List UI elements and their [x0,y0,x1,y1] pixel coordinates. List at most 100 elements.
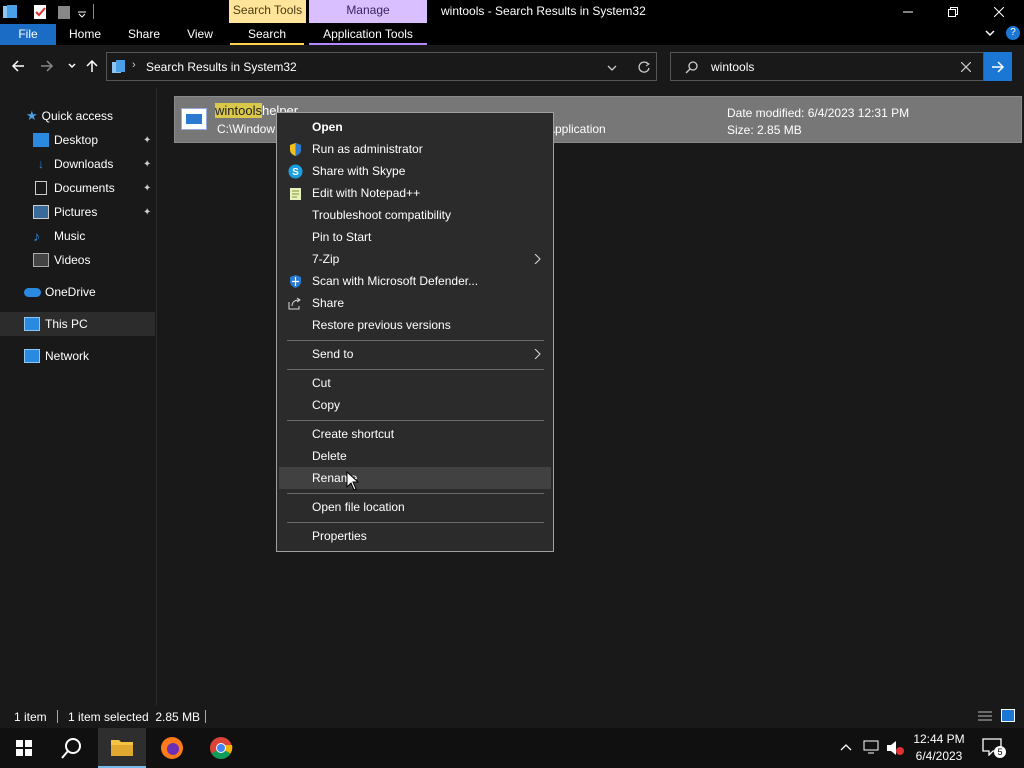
ribbon-expand-icon[interactable] [984,27,996,42]
defender-icon [290,275,301,288]
sidebar-item-label: OneDrive [45,285,96,299]
address-path: Search Results in System32 [146,60,297,74]
network-status-icon[interactable] [863,740,879,754]
tab-application-tools[interactable]: Application Tools [309,24,427,45]
menu-item-delete[interactable]: Delete [279,445,551,467]
sidebar-item-quick-access[interactable]: ★ Quick access [26,104,113,128]
menu-separator [287,340,544,341]
new-folder-icon[interactable] [56,4,72,20]
chrome-icon [210,737,233,759]
sidebar-item-documents[interactable]: Documents [33,176,115,200]
start-button[interactable] [0,728,48,768]
taskbar-firefox[interactable] [148,728,196,768]
menu-separator [287,420,544,421]
close-button[interactable] [976,0,1022,24]
search-icon [61,738,81,759]
menu-item-run-as-administrator[interactable]: Run as administrator [279,138,551,160]
clock-time[interactable]: 12:44 PM [912,732,966,746]
window-title: wintools - Search Results in System32 [441,4,646,18]
refresh-icon[interactable] [637,60,651,74]
sidebar-item-label: Downloads [54,157,114,171]
minimize-button[interactable] [885,0,931,24]
file-date-modified: Date modified: 6/4/2023 12:31 PM [727,106,910,120]
search-input[interactable]: wintools [670,52,984,81]
taskbar-chrome[interactable] [197,728,245,768]
sidebar-item-label: Music [54,229,86,243]
menu-item-send-to[interactable]: Send to [279,343,551,365]
sidebar-item-label: Documents [54,181,115,195]
search-tools-header: Search Tools [229,0,306,23]
menu-item-open-file-location[interactable]: Open file location [279,496,551,518]
taskbar-file-explorer[interactable] [98,728,146,768]
computer-icon [24,317,40,331]
documents-icon [35,181,47,195]
clock-date[interactable]: 6/4/2023 [912,749,966,763]
status-bar: 1 item 1 item selected 2.85 MB [0,705,1024,728]
sidebar-item-onedrive[interactable]: OneDrive [24,280,96,304]
tab-search[interactable]: Search [230,24,304,45]
menu-item-share[interactable]: Share [279,292,551,314]
submenu-arrow-icon [534,254,541,264]
show-hidden-icons-icon[interactable] [840,742,852,752]
details-view-icon[interactable] [978,710,992,722]
tab-home[interactable]: Home [60,24,110,45]
menu-item-rename[interactable]: Rename [279,467,551,489]
firefox-icon [161,737,183,759]
notifications-button[interactable]: 5 [982,738,1006,758]
menu-item-scan-with-defender[interactable]: Scan with Microsoft Defender... [279,270,551,292]
menu-item-edit-with-notepadpp[interactable]: Edit with Notepad++ [279,182,551,204]
help-icon[interactable]: ? [1006,26,1020,40]
tab-file[interactable]: File [0,24,56,45]
forward-button[interactable] [38,57,56,75]
sidebar-item-videos[interactable]: Videos [33,248,90,272]
qat-divider [93,4,94,19]
skype-icon: S [288,164,303,179]
search-go-button[interactable] [984,52,1012,81]
recent-locations-button[interactable] [63,57,81,75]
up-button[interactable] [83,57,101,75]
menu-item-create-shortcut[interactable]: Create shortcut [279,423,551,445]
sidebar-item-this-pc[interactable]: This PC [0,312,155,336]
menu-item-restore-previous-versions[interactable]: Restore previous versions [279,314,551,336]
menu-item-share-with-skype[interactable]: S Share with Skype [279,160,551,182]
volume-muted-icon[interactable] [886,740,904,756]
tab-view[interactable]: View [178,24,222,45]
menu-item-open[interactable]: Open [279,116,551,138]
properties-icon[interactable] [32,4,48,20]
ribbon-tabs: File Home Share View Search Application … [0,24,1024,45]
item-count: 1 item [14,710,47,724]
address-bar[interactable]: › Search Results in System32 [106,52,657,81]
qat-customize-icon[interactable] [76,4,88,20]
notification-count: 5 [994,746,1006,758]
menu-item-properties[interactable]: Properties [279,525,551,547]
navigation-pane: ★ Quick access Desktop ✦ ↓ Downloads ✦ D… [0,88,157,705]
taskbar: 12:44 PM 6/4/2023 5 [0,728,1024,768]
search-location-icon [112,60,125,73]
sidebar-item-music[interactable]: ♪ Music [33,224,85,248]
context-menu: Open Run as administrator S Share with S… [276,112,554,552]
menu-item-7zip[interactable]: 7-Zip [279,248,551,270]
mouse-cursor-icon [346,471,360,491]
pin-icon: ✦ [143,183,152,194]
tab-share[interactable]: Share [120,24,168,45]
cloud-icon [24,287,41,297]
sidebar-item-desktop[interactable]: Desktop [33,128,98,152]
restore-button[interactable] [930,0,976,24]
file-size: Size: 2.85 MB [727,123,802,137]
menu-item-troubleshoot-compatibility[interactable]: Troubleshoot compatibility [279,204,551,226]
breadcrumb-chevron-icon[interactable]: › [132,59,136,71]
menu-item-cut[interactable]: Cut [279,372,551,394]
menu-item-copy[interactable]: Copy [279,394,551,416]
sidebar-item-network[interactable]: Network [24,344,89,368]
menu-separator [287,522,544,523]
menu-item-pin-to-start[interactable]: Pin to Start [279,226,551,248]
address-dropdown-icon[interactable] [607,63,617,73]
large-icons-view-icon[interactable] [1001,709,1015,722]
taskbar-search-button[interactable] [48,728,96,768]
pin-icon: ✦ [143,159,152,170]
sidebar-item-downloads[interactable]: ↓ Downloads [33,152,113,176]
clear-search-icon[interactable] [961,62,971,72]
address-row: › Search Results in System32 wintools [0,45,1024,88]
sidebar-item-pictures[interactable]: Pictures [33,200,97,224]
back-button[interactable] [9,57,27,75]
